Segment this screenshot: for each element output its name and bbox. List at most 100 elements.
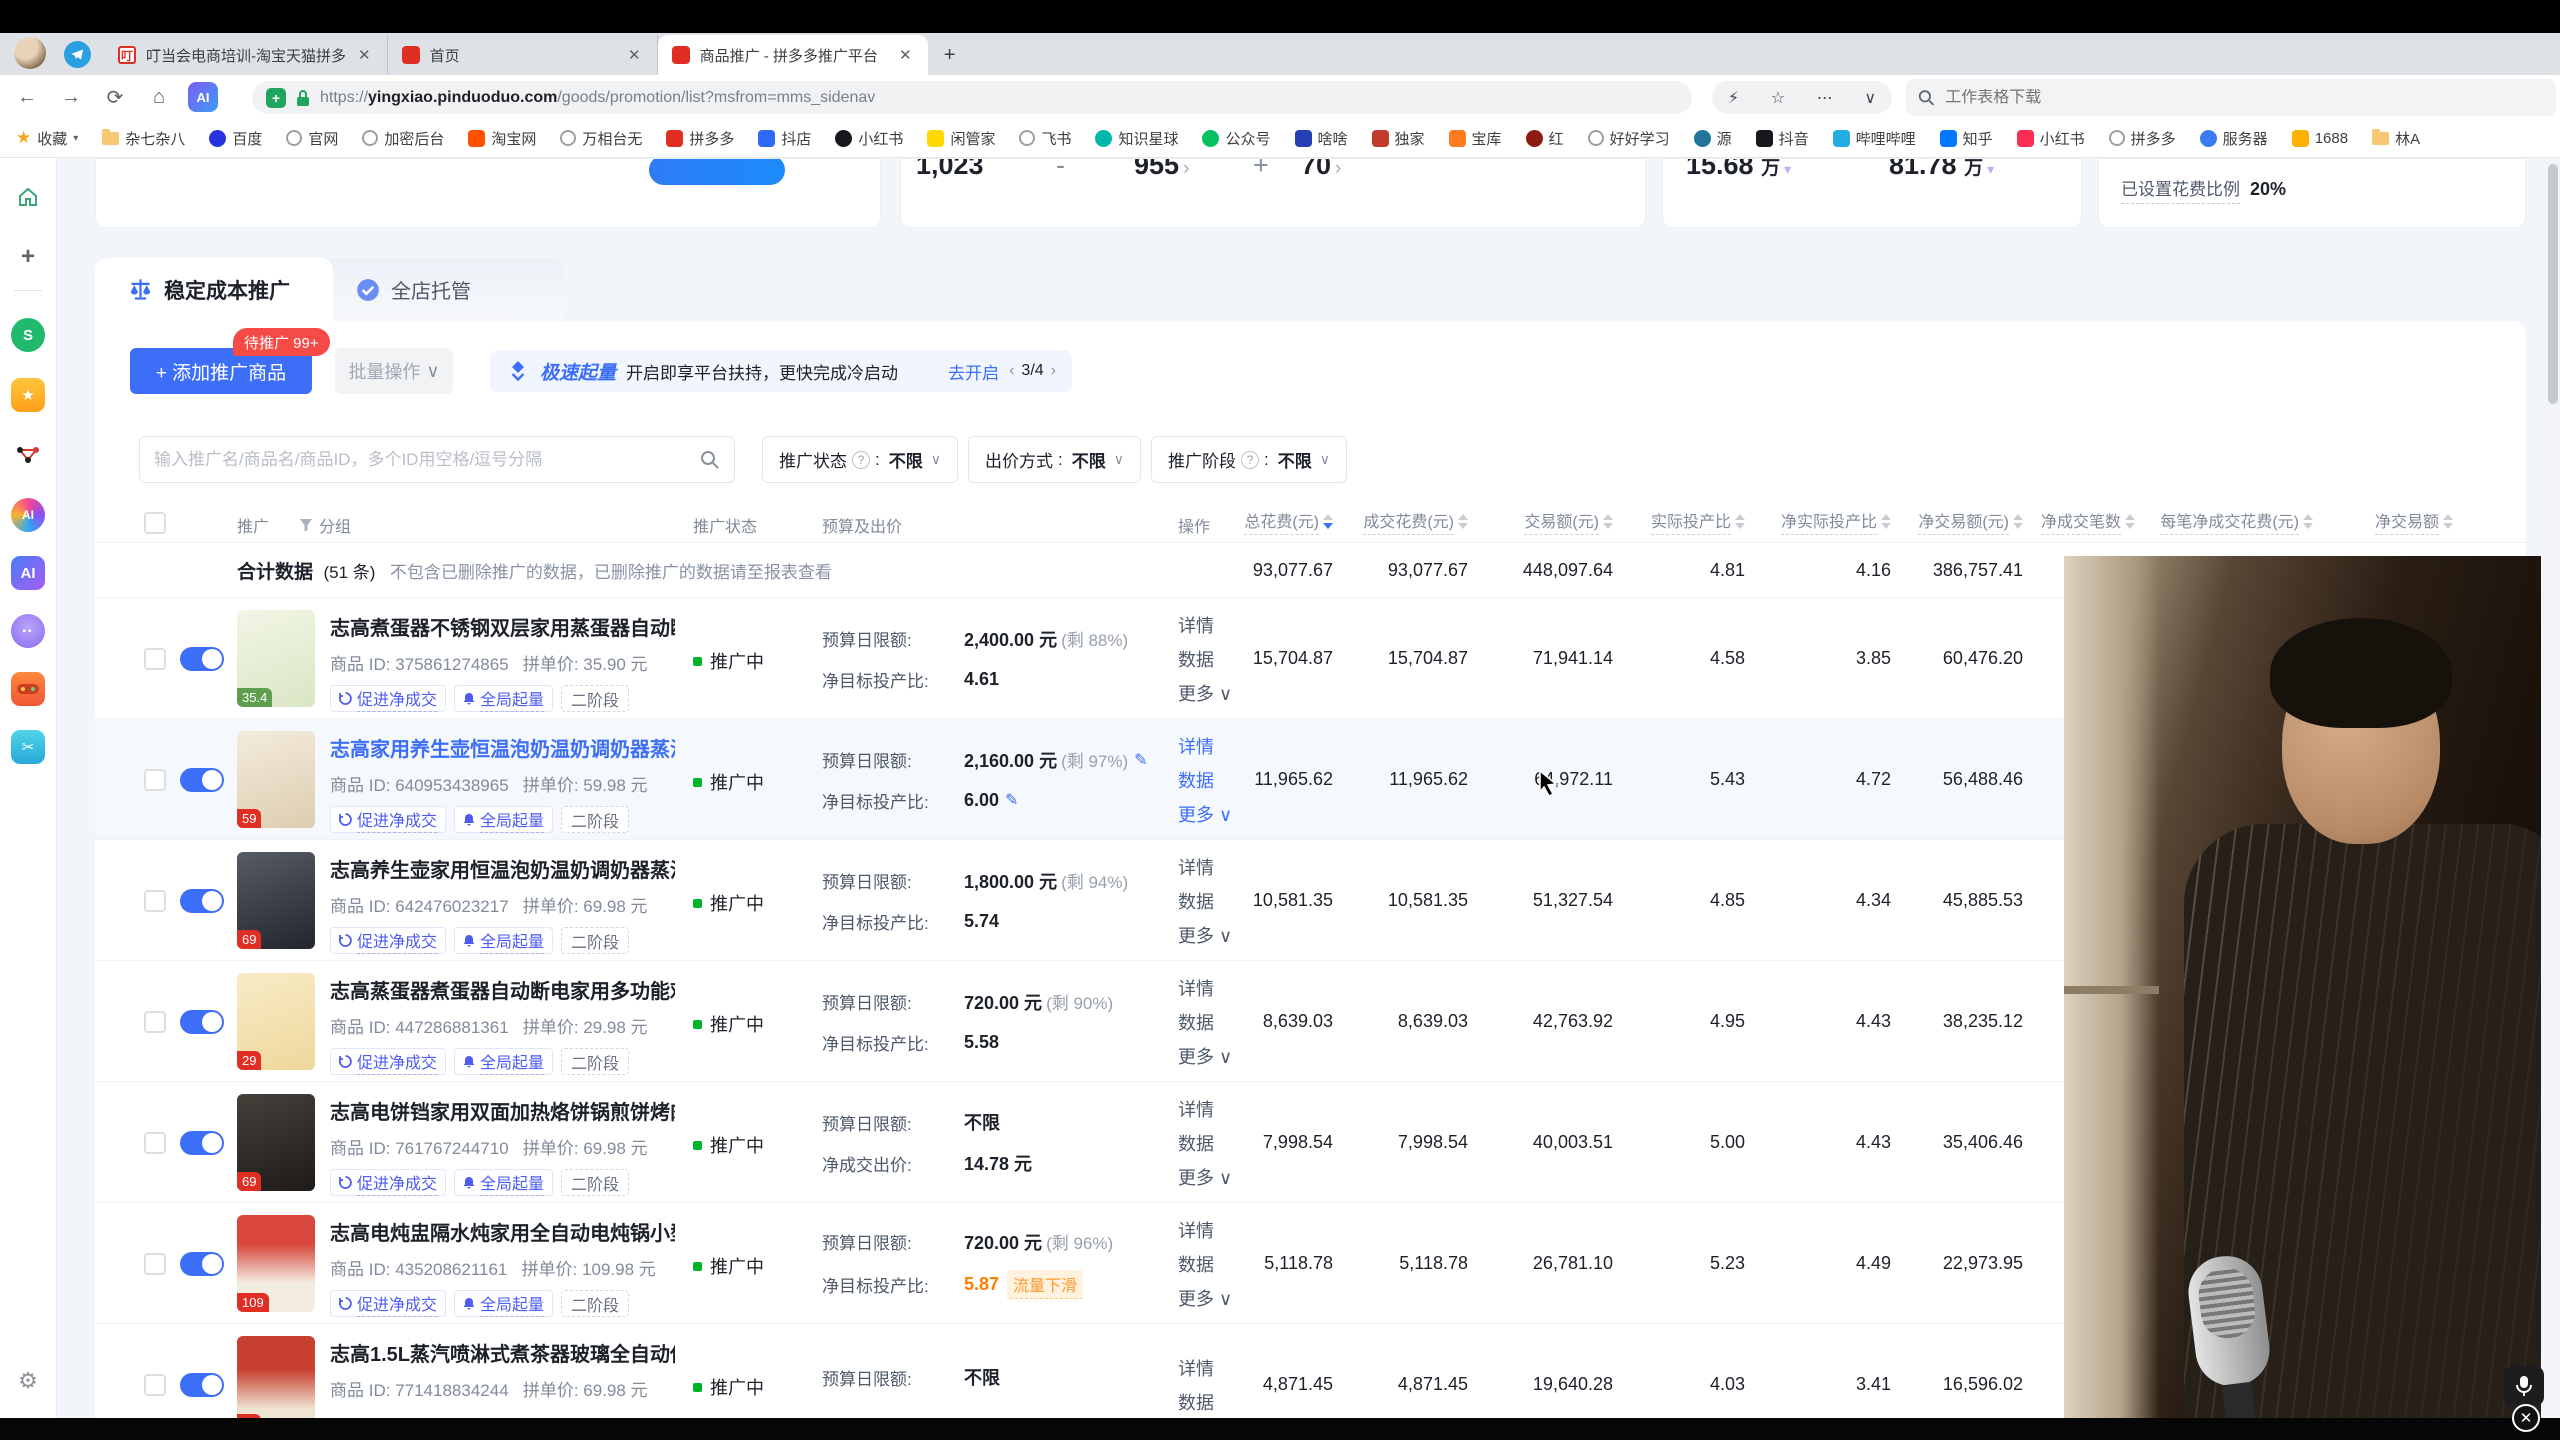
browser-tab[interactable]: 叮 叮当会电商培训-淘宝天猫拼多 ✕ (104, 35, 388, 75)
product-title[interactable]: 志高蒸蛋器煮蛋器自动断电家用多功能鸡蛋定... (330, 975, 675, 1004)
edit-icon[interactable]: ✎ (1134, 750, 1147, 770)
chevron-down-icon[interactable]: ∨ (1864, 88, 1876, 108)
row-toggle[interactable] (180, 1373, 224, 1397)
metric-header[interactable]: 净交易额 (2313, 508, 2453, 535)
row-toggle[interactable] (180, 647, 224, 671)
product-image[interactable]: 69 (237, 1336, 315, 1418)
action-link[interactable]: 更多 ∨ (1178, 1043, 1232, 1069)
stat-val-3[interactable]: 70› (1301, 158, 1341, 181)
bookmark-item[interactable]: 宝库 (1449, 128, 1502, 149)
pinduoduo-app-icon[interactable]: S (11, 318, 45, 352)
address-bar[interactable]: + https://yingxiao.pinduoduo.com/goods/p… (252, 81, 1692, 114)
banner-pager[interactable]: ‹3/4› (1009, 362, 1056, 380)
sort-icon[interactable] (2303, 514, 2313, 529)
telegram-icon[interactable] (64, 41, 91, 68)
close-overlay-button[interactable]: ✕ (2512, 1404, 2540, 1432)
header-group[interactable]: 分组 (319, 513, 351, 537)
product-title[interactable]: 志高电饼铛家用双面加热烙饼锅煎饼烤肉加深... (330, 1096, 675, 1125)
bookmark-item[interactable]: 林A (2372, 128, 2420, 149)
edit-icon[interactable]: ✎ (1005, 790, 1018, 810)
metric-header[interactable]: 净交易额(元) (1891, 508, 2023, 535)
product-image[interactable]: 69 (237, 852, 315, 949)
bookmark-item[interactable]: 1688 (2292, 130, 2348, 147)
star-app-icon[interactable]: ★ (11, 378, 45, 412)
filter-出价方式[interactable]: 出价方式:不限∨ (968, 436, 1141, 483)
search-icon[interactable] (700, 450, 720, 470)
bookmark-item[interactable]: ★收藏▾ (16, 128, 78, 149)
sort-icon[interactable] (2125, 514, 2135, 529)
scrollbar-thumb[interactable] (2548, 164, 2558, 404)
bookmark-item[interactable]: 抖店 (758, 128, 811, 149)
bookmark-item[interactable]: 加密后台 (362, 128, 444, 149)
bookmark-item[interactable]: 万相台无 (560, 128, 642, 149)
bookmark-item[interactable]: 小红书 (2017, 128, 2085, 149)
bookmark-item[interactable]: 淘宝网 (468, 128, 536, 149)
settings-gear-icon[interactable]: ⚙ (11, 1364, 45, 1398)
gamepad-app-icon[interactable] (11, 672, 45, 706)
tab-full-store-hosting[interactable]: 全店托管 (347, 258, 547, 321)
row-checkbox[interactable] (144, 1132, 166, 1154)
bookmark-item[interactable]: 小红书 (835, 128, 903, 149)
chevron-left-icon[interactable]: ‹ (1009, 362, 1014, 380)
sort-icon[interactable] (1735, 514, 1745, 529)
bookmark-item[interactable]: 独家 (1372, 128, 1425, 149)
action-link[interactable]: 详情 (1178, 975, 1232, 1001)
bookmark-item[interactable]: 红 (1526, 128, 1564, 149)
stat-spend[interactable]: 15.68 万▾ (1686, 158, 1791, 181)
more-menu-icon[interactable]: ⋯ (1817, 88, 1833, 108)
back-icon[interactable]: ← (10, 80, 44, 114)
bookmark-item[interactable]: 知乎 (1940, 128, 1993, 149)
row-toggle[interactable] (180, 889, 224, 913)
bookmark-item[interactable]: 啥啥 (1295, 128, 1348, 149)
sort-icon[interactable] (1881, 514, 1891, 529)
product-title[interactable]: 志高电炖盅隔水炖家用全自动电炖锅小型陶瓷... (330, 1217, 675, 1246)
metric-header[interactable]: 实际投产比 (1613, 508, 1745, 535)
robot-app-icon[interactable]: ▪▪ (11, 614, 45, 648)
ai-circle-app-icon[interactable]: AI (11, 498, 45, 532)
page-scrollbar[interactable] (2546, 158, 2560, 1418)
action-link[interactable]: 更多 ∨ (1178, 922, 1232, 948)
select-all-checkbox[interactable] (144, 512, 166, 534)
metric-header[interactable]: 总花费(元) (1213, 508, 1333, 535)
row-checkbox[interactable] (144, 1011, 166, 1033)
close-tab-icon[interactable]: ✕ (356, 46, 373, 64)
product-image[interactable]: 29 (237, 973, 315, 1070)
close-tab-icon[interactable]: ✕ (626, 46, 643, 64)
bookmark-item[interactable]: 抖音 (1756, 128, 1809, 149)
metric-header[interactable]: 每笔净成交花费(元) (2135, 508, 2313, 535)
stats-card-button-fragment[interactable] (649, 158, 785, 185)
batch-actions-button[interactable]: 批量操作∨ (335, 348, 453, 394)
row-checkbox[interactable] (144, 890, 166, 912)
product-title[interactable]: 志高1.5L蒸汽喷淋式煮茶器玻璃全自动保温电热... (330, 1338, 675, 1367)
bookmark-item[interactable]: 知识星球 (1095, 128, 1178, 149)
row-checkbox[interactable] (144, 1253, 166, 1275)
metric-header[interactable]: 交易额(元) (1468, 508, 1613, 535)
row-toggle[interactable] (180, 1010, 224, 1034)
ai-extension-icon[interactable]: AI (188, 82, 218, 112)
sort-icon[interactable] (2013, 514, 2023, 529)
filter-推广状态[interactable]: 推广状态?:不限∨ (762, 436, 958, 483)
row-checkbox[interactable] (144, 648, 166, 670)
home-icon[interactable] (11, 180, 45, 214)
profile-avatar[interactable] (14, 37, 46, 69)
browser-tab[interactable]: 商品推广 - 拼多多推广平台 ✕ (658, 35, 928, 75)
bookmark-item[interactable]: 源 (1694, 128, 1732, 149)
clip-app-icon[interactable]: ✂ (11, 730, 45, 764)
action-link[interactable]: 更多 ∨ (1178, 1164, 1232, 1190)
action-link[interactable]: 详情 (1178, 612, 1232, 638)
sort-icon[interactable] (2443, 514, 2453, 529)
product-title[interactable]: 志高煮蛋器不锈钢双层家用蒸蛋器自动断电蒸... (330, 612, 675, 641)
metric-header[interactable]: 净成交笔数 (2023, 508, 2135, 535)
bolt-icon[interactable]: ⚡ (1728, 88, 1739, 108)
bookmark-item[interactable]: 公众号 (1202, 128, 1270, 149)
action-link[interactable]: 详情 (1178, 1096, 1232, 1122)
action-link[interactable]: 详情 (1178, 733, 1232, 759)
promotion-search-input[interactable] (154, 450, 700, 470)
mic-button[interactable] (2504, 1366, 2544, 1406)
sort-icon[interactable] (1323, 514, 1333, 529)
product-image[interactable]: 35.4 (237, 610, 315, 707)
promotion-search-box[interactable] (139, 436, 735, 483)
help-icon[interactable]: ? (1241, 451, 1259, 469)
row-checkbox[interactable] (144, 1374, 166, 1396)
product-image[interactable]: 69 (237, 1094, 315, 1191)
